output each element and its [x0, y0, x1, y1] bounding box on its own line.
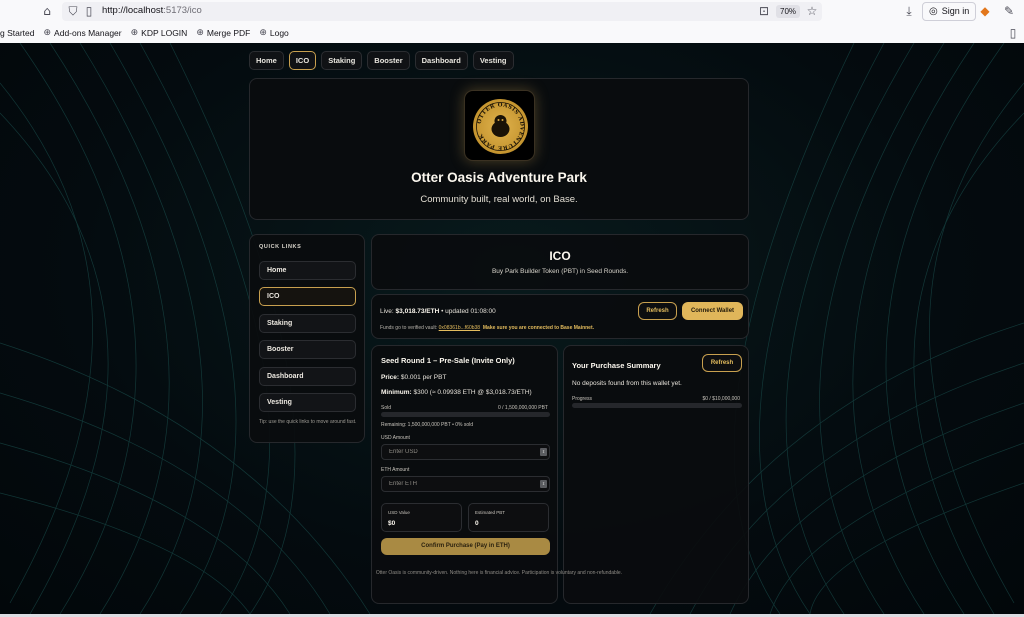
nav-ico[interactable]: ICO: [288, 51, 317, 70]
ico-title: ICO: [549, 249, 571, 263]
bookmark-getting-started[interactable]: g Started: [0, 28, 35, 38]
progress-value: $0 / $10,000,000: [702, 396, 740, 402]
sold-value: 0 / 1,500,000,000 PBT: [497, 405, 548, 411]
connect-wallet-button[interactable]: Connect Wallet: [682, 302, 743, 320]
bookmark-addons[interactable]: ⊕ Add-ons Manager: [44, 28, 122, 38]
park-logo: OTTER OASIS ADVENTURE PARK: [464, 90, 535, 161]
top-nav: Home ICO Staking Booster Dashboard Vesti…: [249, 51, 514, 70]
usd-value-box: USD Value $0: [381, 503, 462, 532]
globe-icon: ⊕: [43, 28, 52, 38]
estimated-pbt-label: Estimated PBT: [475, 510, 506, 515]
quick-link-ico[interactable]: ICO: [259, 287, 356, 306]
page-icon[interactable]: ▯: [82, 4, 96, 18]
sold-progress-bar: [381, 412, 550, 417]
seed-round-title: Seed Round 1 – Pre-Sale (Invite Only): [381, 356, 515, 365]
progress-label: Progress: [572, 396, 593, 402]
star-icon[interactable]: ☆: [805, 4, 819, 18]
quick-link-home[interactable]: Home: [259, 261, 356, 280]
purchase-summary-card: Your Purchase Summary Refresh No deposit…: [563, 345, 749, 604]
quick-links-tip: Tip: use the quick links to move around …: [259, 419, 357, 425]
download-icon[interactable]: ⤓: [902, 4, 916, 18]
ico-subtitle: Buy Park Builder Token (PBT) in Seed Rou…: [491, 268, 629, 275]
quick-link-booster[interactable]: Booster: [259, 340, 356, 359]
footer-disclaimer: Otter Oasis is community-driven. Nothing…: [375, 570, 623, 576]
address-bar[interactable]: ⛉ ▯ http://localhost:5173/ico ⊡ 70% ☆: [62, 2, 822, 21]
live-price-card: Live: $3,018.73/ETH • updated 01:08:00 F…: [371, 294, 749, 339]
globe-icon: ⊕: [130, 28, 139, 38]
browser-chrome: ⌂ ⛉ ▯ http://localhost:5173/ico ⊡ 70% ☆ …: [0, 0, 1024, 43]
eth-stepper-icon[interactable]: ⇕: [540, 480, 547, 488]
ico-header-card: ICO Buy Park Builder Token (PBT) in Seed…: [371, 234, 749, 290]
hero-title: Otter Oasis Adventure Park: [411, 170, 587, 185]
eth-amount-field: ⇕: [381, 476, 550, 492]
sold-label: Sold: [381, 405, 392, 411]
updated-time: • updated 01:08:00: [441, 308, 496, 315]
nav-vesting[interactable]: Vesting: [472, 51, 514, 70]
bookmark-merge-pdf[interactable]: ⊕ Merge PDF: [196, 28, 250, 38]
quick-link-staking[interactable]: Staking: [259, 314, 356, 333]
logo-seal: OTTER OASIS ADVENTURE PARK: [473, 99, 528, 154]
confirm-purchase-button[interactable]: Confirm Purchase (Pay in ETH): [381, 538, 550, 555]
nav-staking[interactable]: Staking: [321, 51, 363, 70]
eyedropper-icon[interactable]: ✎: [1002, 4, 1016, 18]
home-icon[interactable]: ⌂: [40, 4, 54, 18]
usd-amount-field: ⇕: [381, 444, 550, 460]
quick-link-dashboard[interactable]: Dashboard: [259, 367, 356, 386]
url-text: http://localhost:5173/ico: [102, 5, 202, 16]
quick-link-vesting[interactable]: Vesting: [259, 393, 356, 412]
summary-progress-bar: [572, 403, 742, 408]
other-bookmarks-icon[interactable]: ▯: [1006, 26, 1020, 40]
seed-round-card: Seed Round 1 – Pre-Sale (Invite Only) Pr…: [371, 345, 558, 604]
refresh-summary-button[interactable]: Refresh: [702, 354, 742, 372]
sign-in-button[interactable]: ◎ Sign in: [922, 2, 977, 21]
usd-amount-label: USD Amount: [381, 435, 410, 441]
seed-price: Price: $0.001 per PBT: [381, 374, 447, 381]
hero-card: OTTER OASIS ADVENTURE PARK Otter Oasis A…: [249, 78, 749, 220]
quick-links-title: QUICK LINKS: [259, 244, 302, 250]
vault-info: Funds go to verified vault: 0x08361b...f…: [380, 325, 595, 331]
globe-icon: ⊕: [259, 28, 267, 38]
network-warning: Make sure you are connected to Base Main…: [482, 325, 595, 331]
metamask-icon[interactable]: ◆: [978, 4, 992, 18]
live-price-text: Live: $3,018.73/ETH • updated 01:08:00: [380, 308, 496, 315]
hero-subtitle: Community built, real world, on Base.: [420, 194, 578, 205]
nav-booster[interactable]: Booster: [367, 51, 410, 70]
nav-home[interactable]: Home: [249, 51, 284, 70]
eth-price: $3,018.73/ETH: [395, 308, 440, 315]
bookmarks-bar: g Started ⊕ Add-ons Manager ⊕ KDP LOGIN ⊕ M…: [0, 24, 1024, 42]
eth-amount-input[interactable]: [382, 477, 537, 491]
page-viewport: Home ICO Staking Booster Dashboard Vesti…: [0, 43, 1024, 614]
usd-stepper-icon[interactable]: ⇕: [540, 448, 547, 456]
bookmark-kdp[interactable]: ⊕ KDP LOGIN: [131, 28, 188, 38]
usd-amount-input[interactable]: [382, 445, 537, 459]
eth-amount-label: ETH Amount: [381, 467, 410, 473]
nav-dashboard[interactable]: Dashboard: [414, 51, 468, 70]
summary-empty-message: No deposits found from this wallet yet.: [572, 380, 682, 387]
otter-icon: OTTER OASIS ADVENTURE PARK: [476, 102, 525, 151]
estimated-pbt-value: 0: [475, 520, 479, 527]
shield-icon[interactable]: ⛉: [66, 4, 80, 18]
browser-toolbar: ⌂ ⛉ ▯ http://localhost:5173/ico ⊡ 70% ☆ …: [0, 0, 1024, 23]
account-icon: ◎: [929, 6, 938, 17]
usd-value: $0: [388, 520, 396, 527]
sign-in-label: Sign in: [941, 6, 970, 16]
reader-view-icon[interactable]: ⊡: [757, 4, 771, 18]
estimated-pbt-box: Estimated PBT 0: [468, 503, 549, 532]
usd-value-label: USD Value: [388, 510, 410, 515]
zoom-level[interactable]: 70%: [776, 5, 801, 18]
globe-icon: ⊕: [196, 28, 204, 38]
refresh-price-button[interactable]: Refresh: [638, 302, 677, 320]
vault-address-link[interactable]: 0x08361b...f60b38: [439, 325, 480, 331]
quick-links-panel: QUICK LINKS Home ICO Staking Booster Das…: [249, 234, 365, 443]
remaining-text: Remaining: 1,500,000,000 PBT • 0% sold: [381, 422, 473, 428]
seed-minimum: Minimum: $300 (≈ 0.09938 ETH @ $3,018.73…: [381, 389, 532, 396]
summary-title: Your Purchase Summary: [572, 361, 661, 370]
bookmark-logo[interactable]: ⊕ Logo: [259, 28, 288, 38]
